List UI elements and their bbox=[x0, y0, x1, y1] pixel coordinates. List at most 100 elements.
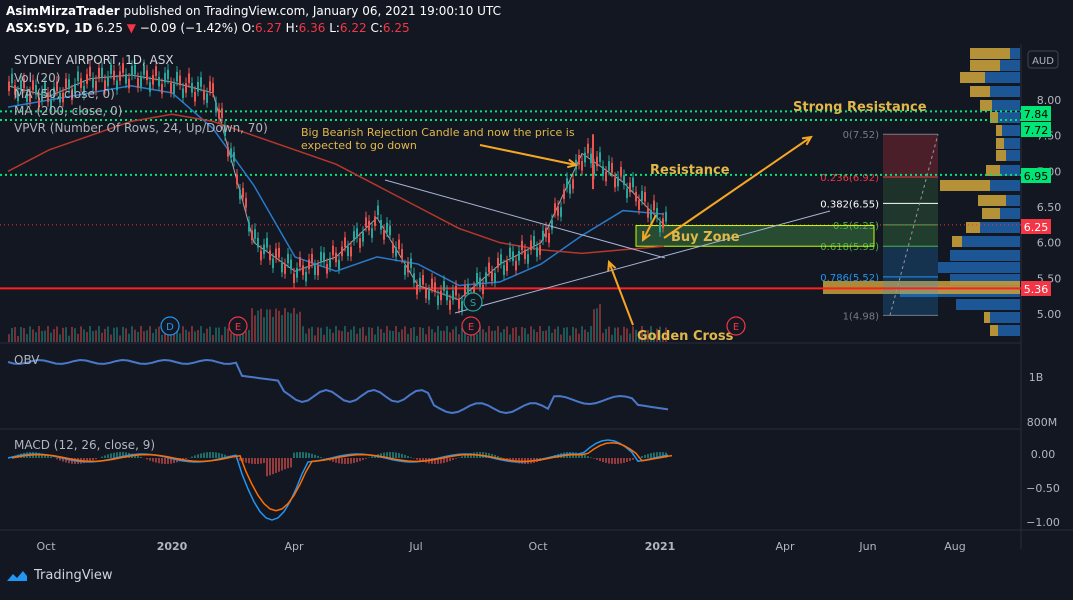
volume-bar bbox=[632, 326, 634, 342]
volume-bar bbox=[278, 311, 280, 342]
legend-title[interactable]: SYDNEY AIRPORT, 1D, ASX bbox=[14, 53, 174, 67]
candle-body bbox=[428, 290, 430, 300]
macd-histogram-bar bbox=[155, 458, 157, 463]
volume-bar bbox=[518, 336, 520, 342]
macd-histogram-bar bbox=[587, 456, 589, 458]
legend-ma50[interactable]: MA (50, close, 0) bbox=[14, 87, 115, 101]
volume-bar bbox=[101, 333, 103, 342]
volume-bar bbox=[401, 329, 403, 342]
macd-histogram-bar bbox=[215, 452, 217, 458]
macd-histogram-bar bbox=[92, 458, 94, 460]
candle-body bbox=[449, 300, 451, 310]
candle-body bbox=[332, 246, 334, 256]
candle-body bbox=[479, 278, 481, 288]
volume-bar bbox=[596, 308, 598, 342]
publisher-name[interactable]: AsimMirzaTrader bbox=[6, 4, 120, 18]
candle-body bbox=[8, 81, 10, 91]
fib-level-label: 0(7.52) bbox=[843, 130, 880, 141]
fib-level-label: 1(4.98) bbox=[843, 311, 880, 322]
candle-body bbox=[170, 83, 172, 93]
volume-bar bbox=[224, 327, 226, 342]
macd-histogram-bar bbox=[275, 458, 277, 473]
volume-bar bbox=[572, 327, 574, 342]
volume-bar bbox=[458, 334, 460, 342]
macd-histogram-bar bbox=[248, 458, 250, 463]
candle-body bbox=[197, 82, 199, 92]
vpvr-bar-down bbox=[992, 100, 1020, 111]
candle-body bbox=[353, 231, 355, 241]
macd-title[interactable]: MACD (12, 26, close, 9) bbox=[14, 438, 155, 452]
volume-bar bbox=[269, 310, 271, 342]
candle-body bbox=[215, 102, 217, 112]
macd-histogram-bar bbox=[167, 458, 169, 464]
volume-bar bbox=[128, 334, 130, 342]
candle-body bbox=[446, 291, 448, 301]
volume-bar bbox=[287, 312, 289, 342]
macd-histogram-bar bbox=[281, 458, 283, 470]
volume-bar bbox=[56, 326, 58, 342]
time-axis-label: Oct bbox=[36, 540, 56, 553]
price-badge-label: 6.25 bbox=[1024, 221, 1049, 234]
volume-bar bbox=[203, 333, 205, 342]
golden-cross-arrow bbox=[609, 262, 633, 325]
candle-body bbox=[125, 74, 127, 84]
macd-histogram-bar bbox=[299, 452, 301, 458]
chart-svg[interactable]: 0(7.52)0.236(6.92)0.382(6.55)0.5(6.25)0.… bbox=[0, 0, 1073, 596]
golden-cross-label: Golden Cross bbox=[637, 329, 734, 344]
volume-bar bbox=[509, 334, 511, 342]
volume-bar bbox=[44, 331, 46, 342]
candle-body bbox=[146, 70, 148, 80]
volume-bar bbox=[62, 328, 64, 342]
volume-bar bbox=[290, 313, 292, 342]
macd-histogram-bar bbox=[344, 458, 346, 464]
candle-body bbox=[530, 241, 532, 251]
volume-bar bbox=[227, 329, 229, 342]
candle-body bbox=[440, 291, 442, 301]
buy-zone-label: Buy Zone bbox=[671, 230, 740, 245]
candle-body bbox=[560, 207, 562, 217]
vpvr-bar-up bbox=[990, 112, 998, 123]
macd-axis-label: −1.00 bbox=[1026, 516, 1060, 529]
volume-bar bbox=[488, 326, 490, 342]
macd-histogram-bar bbox=[608, 458, 610, 463]
macd-histogram-bar bbox=[458, 457, 460, 458]
macd-histogram-bar bbox=[338, 458, 340, 463]
volume-bar bbox=[365, 336, 367, 342]
macd-histogram-bar bbox=[452, 458, 454, 460]
volume-bar bbox=[356, 334, 358, 342]
candle-body bbox=[248, 222, 250, 232]
macd-histogram-bar bbox=[185, 458, 187, 459]
candle-body bbox=[389, 226, 391, 236]
volume-bar bbox=[332, 333, 334, 342]
macd-histogram-bar bbox=[212, 452, 214, 458]
candle-body bbox=[158, 77, 160, 87]
macd-histogram-bar bbox=[644, 455, 646, 458]
event-marker-label: S bbox=[470, 298, 476, 309]
tradingview-logo[interactable]: TradingView bbox=[6, 568, 113, 583]
legend-ma200[interactable]: MA (200, close, 0) bbox=[14, 104, 122, 118]
candle-body bbox=[494, 273, 496, 283]
vpvr-bar-up bbox=[986, 165, 1000, 176]
volume-bar bbox=[395, 326, 397, 342]
volume-bar bbox=[218, 327, 220, 342]
chart-stage: 0(7.52)0.236(6.92)0.382(6.55)0.5(6.25)0.… bbox=[0, 0, 1073, 596]
macd-histogram-bar bbox=[461, 456, 463, 458]
volume-bar bbox=[344, 326, 346, 342]
fib-zone bbox=[883, 134, 938, 177]
candle-body bbox=[515, 261, 517, 271]
macd-histogram-bar bbox=[296, 452, 298, 458]
volume-bar bbox=[275, 309, 277, 342]
vpvr-bar-up bbox=[980, 100, 992, 111]
candle-body bbox=[518, 251, 520, 261]
obv-title[interactable]: OBV bbox=[14, 353, 40, 367]
open-label: O: bbox=[242, 21, 255, 35]
volume-bar bbox=[476, 334, 478, 342]
legend-vol[interactable]: Vol (20) bbox=[14, 71, 60, 85]
macd-histogram-bar bbox=[395, 452, 397, 458]
candle-body bbox=[257, 238, 259, 248]
volume-bar bbox=[17, 336, 19, 342]
vpvr-bar-down bbox=[980, 222, 1020, 233]
candle-body bbox=[533, 236, 535, 246]
candle-body bbox=[179, 76, 181, 86]
legend-vpvr[interactable]: VPVR (Number Of Rows, 24, Up/Down, 70) bbox=[14, 121, 268, 135]
